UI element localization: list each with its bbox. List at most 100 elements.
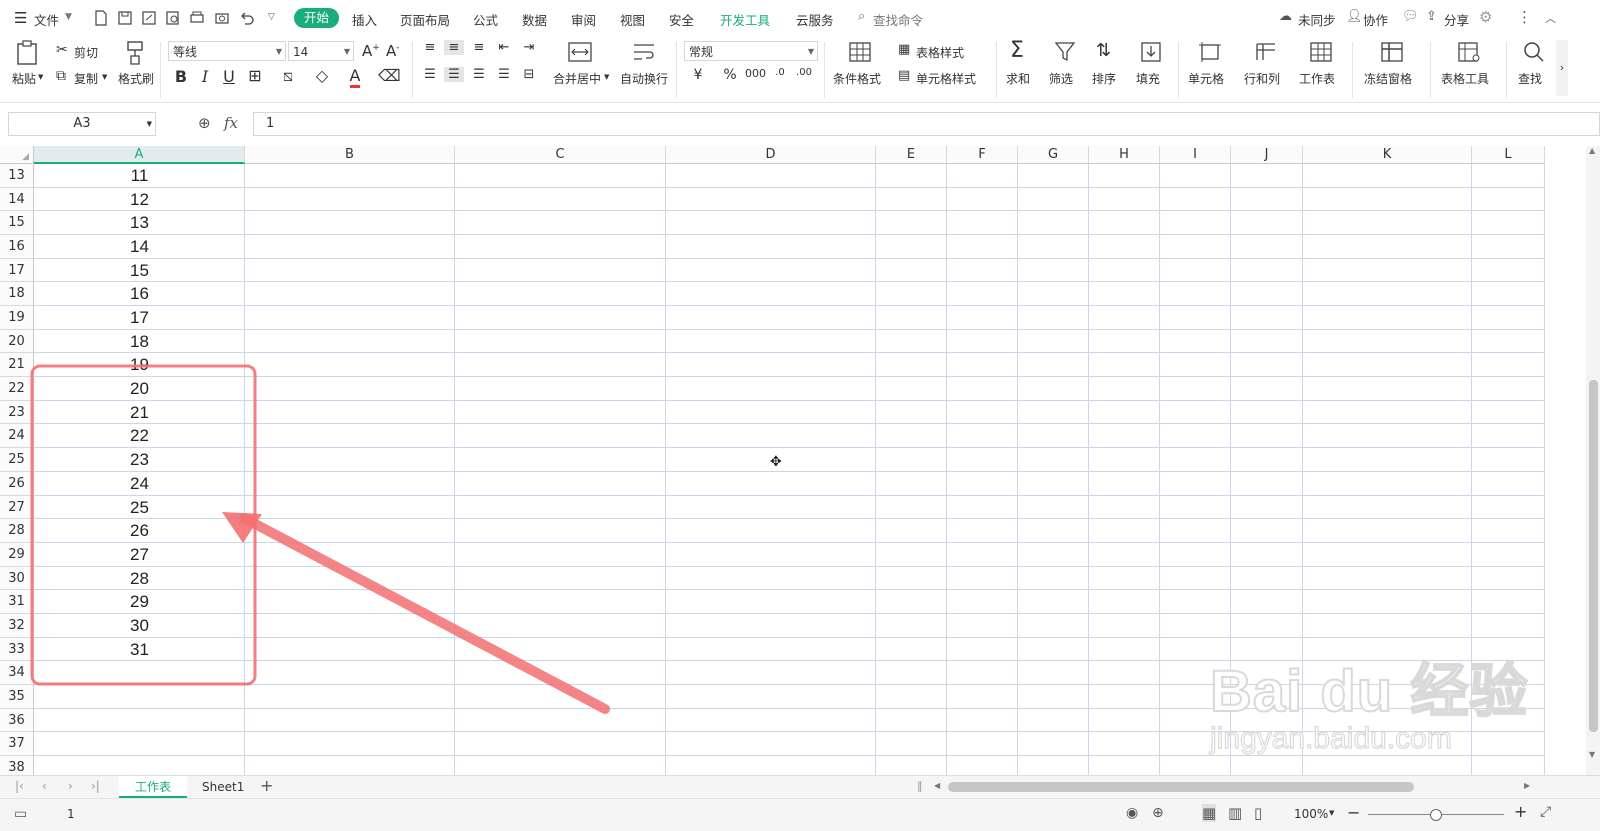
quick-access-more-icon[interactable]: ▽: [268, 12, 275, 22]
increase-font-icon[interactable]: A+: [362, 42, 380, 60]
font-size-select[interactable]: 14 ▼: [288, 41, 354, 61]
comment-icon[interactable]: 💬︎: [1402, 9, 1419, 24]
file-menu[interactable]: 文件: [34, 10, 59, 29]
fullscreen-icon[interactable]: ⤢: [1540, 804, 1551, 820]
zoom-in-icon[interactable]: +: [1514, 802, 1527, 821]
bold-icon[interactable]: B: [171, 67, 191, 86]
print-preview-icon[interactable]: [165, 10, 181, 26]
sort-button[interactable]: 排序: [1092, 70, 1116, 87]
fill-color-icon[interactable]: ◇: [312, 66, 332, 85]
format-painter-icon[interactable]: [124, 40, 146, 66]
font-name-select[interactable]: 等线 ▼: [168, 41, 286, 61]
vertical-scrollbar[interactable]: ▲ ▼: [1586, 146, 1600, 775]
align-bottom-icon[interactable]: ≡: [469, 40, 489, 55]
italic-icon[interactable]: I: [195, 67, 215, 86]
sheet-tab-worksheet[interactable]: 工作表: [119, 776, 188, 798]
tab-data[interactable]: 数据: [522, 10, 547, 29]
align-center-icon[interactable]: ☰: [444, 67, 464, 82]
increase-decimal-icon[interactable]: .0: [770, 67, 790, 78]
collapse-ribbon-icon[interactable]: ︿: [1545, 10, 1556, 26]
tab-developer[interactable]: 开发工具: [720, 10, 770, 29]
table-style-button[interactable]: 表格样式: [916, 44, 964, 61]
next-sheet-icon[interactable]: ›: [68, 779, 73, 793]
scroll-thumb[interactable]: [1589, 380, 1598, 732]
align-top-icon[interactable]: ≡: [420, 40, 440, 55]
copy-button[interactable]: 复制: [74, 70, 98, 87]
share-button[interactable]: 分享: [1444, 10, 1469, 29]
display-mode-icon[interactable]: ▭: [14, 806, 27, 822]
paste-button[interactable]: 粘贴: [12, 70, 36, 87]
worksheet-icon[interactable]: [1309, 41, 1333, 63]
page-break-view-icon[interactable]: ▥: [1228, 804, 1242, 822]
hscroll-right-icon[interactable]: ▶: [1524, 781, 1530, 790]
number-format-select[interactable]: 常规 ▼: [684, 41, 818, 61]
tab-view[interactable]: 视图: [620, 10, 645, 29]
underline-icon[interactable]: U: [219, 67, 239, 86]
scroll-up-icon[interactable]: ▲: [1589, 146, 1595, 155]
align-middle-icon[interactable]: ≡: [444, 40, 464, 55]
tab-home[interactable]: 开始: [294, 8, 340, 28]
reading-view-icon[interactable]: ▯: [1254, 804, 1262, 822]
filter-icon[interactable]: [1054, 41, 1076, 63]
indent-decrease-icon[interactable]: ⇤: [494, 40, 514, 55]
splitter-icon[interactable]: ‖: [917, 779, 923, 792]
collab-button[interactable]: 协作: [1363, 10, 1388, 29]
cut-button[interactable]: 剪切: [74, 44, 98, 61]
font-color-icon[interactable]: A: [345, 66, 365, 88]
thousands-icon[interactable]: 000: [745, 67, 766, 80]
ribbon-scroll-right[interactable]: ›: [1556, 40, 1568, 96]
row-col-button[interactable]: 行和列: [1244, 70, 1280, 87]
format-painter-button[interactable]: 格式刷: [118, 70, 154, 87]
distribute-icon[interactable]: ⊟: [519, 67, 539, 82]
tab-formulas[interactable]: 公式: [473, 10, 498, 29]
cell-border-style-icon[interactable]: ⧅: [278, 66, 298, 86]
normal-view-icon[interactable]: ▦: [1202, 804, 1217, 822]
first-sheet-icon[interactable]: |‹: [15, 779, 24, 793]
eye-protection-icon[interactable]: ◉: [1126, 805, 1138, 821]
decrease-font-icon[interactable]: A-: [386, 42, 400, 60]
tab-security[interactable]: 安全: [669, 10, 694, 29]
fx-label[interactable]: fx: [224, 114, 238, 132]
tab-insert[interactable]: 插入: [352, 10, 377, 29]
more-icon[interactable]: ⋮: [1517, 8, 1532, 26]
tab-review[interactable]: 审阅: [571, 10, 596, 29]
table-tools-icon[interactable]: [1457, 41, 1481, 63]
zoom-slider-thumb[interactable]: [1430, 809, 1442, 821]
cell-button[interactable]: 单元格: [1188, 70, 1224, 87]
sort-icon[interactable]: ⇅: [1096, 40, 1111, 61]
conditional-format-icon[interactable]: [848, 41, 872, 63]
filter-button[interactable]: 筛选: [1049, 70, 1073, 87]
search-command[interactable]: 查找命令: [873, 10, 923, 29]
tab-cloud[interactable]: 云服务: [796, 10, 834, 29]
paste-icon[interactable]: [16, 40, 38, 66]
tab-page-layout[interactable]: 页面布局: [400, 10, 450, 29]
freeze-panes-button[interactable]: 冻结窗格: [1364, 70, 1412, 87]
border-icon[interactable]: ⊞: [245, 66, 265, 85]
name-box[interactable]: A3 ▼: [8, 112, 156, 136]
sum-button[interactable]: 求和: [1006, 70, 1030, 87]
horizontal-scrollbar[interactable]: [948, 782, 1414, 792]
merge-center-button[interactable]: 合并居中: [553, 70, 601, 87]
undo-icon[interactable]: [239, 10, 255, 26]
last-sheet-icon[interactable]: ›|: [91, 779, 100, 793]
add-sheet-icon[interactable]: +: [260, 776, 273, 795]
row-col-icon[interactable]: [1254, 41, 1278, 63]
cell-style-button[interactable]: 单元格样式: [916, 70, 976, 87]
sync-status[interactable]: 未同步: [1298, 10, 1336, 29]
cell-icon[interactable]: [1198, 41, 1222, 63]
align-left-icon[interactable]: ☰: [420, 67, 440, 82]
wrap-text-icon[interactable]: [632, 41, 656, 63]
hscroll-left-icon[interactable]: ◀: [934, 781, 940, 790]
eraser-icon[interactable]: ⌫: [378, 66, 401, 85]
save-icon[interactable]: [117, 10, 133, 26]
sheet-tab-sheet1[interactable]: Sheet1: [186, 776, 260, 798]
export-icon[interactable]: [141, 10, 157, 26]
zoom-out-icon[interactable]: −: [1347, 803, 1360, 822]
spreadsheet-grid[interactable]: ◢ ABCDEFGHIJKL 13 14 15 16 17 18 19 20 21 22 23 24 2…: [0, 146, 1586, 775]
percent-icon[interactable]: %: [720, 67, 740, 83]
currency-icon[interactable]: ¥: [688, 67, 708, 83]
freeze-panes-icon[interactable]: [1380, 41, 1404, 63]
camera-icon[interactable]: [214, 10, 230, 26]
zoom-formula-icon[interactable]: ⊕: [198, 114, 211, 132]
conditional-format-button[interactable]: 条件格式: [833, 70, 881, 87]
